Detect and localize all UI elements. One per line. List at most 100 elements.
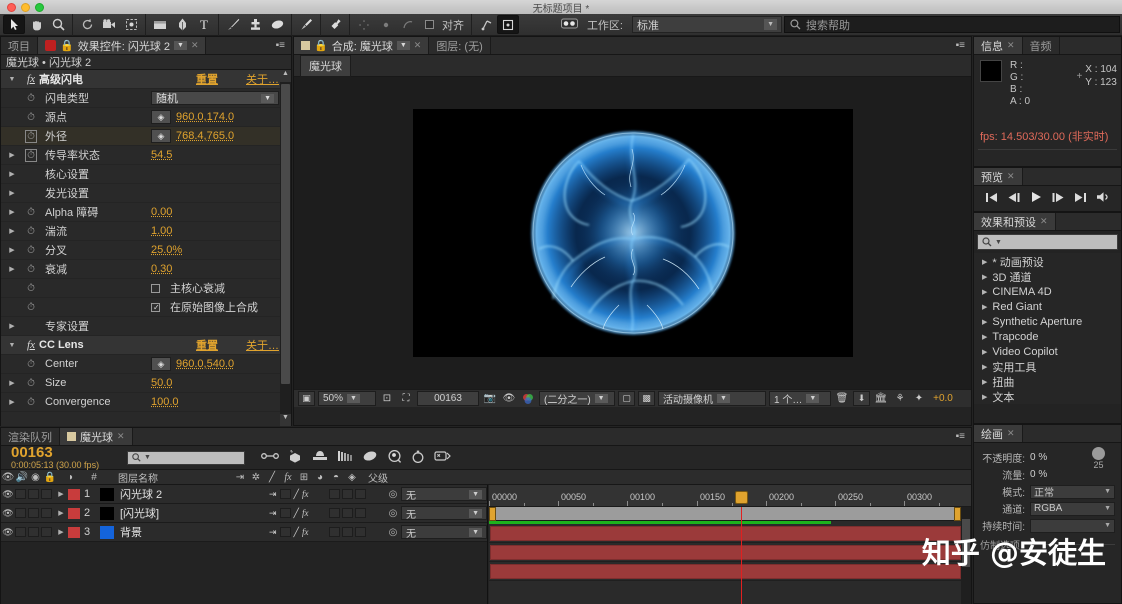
twirl-right-icon[interactable]: ▶ [1,170,23,178]
layer-duration-bar[interactable] [490,545,961,560]
twirl-right-icon[interactable]: ▶ [1,265,23,273]
rotation-tool-icon[interactable] [76,15,98,34]
effect-control-value[interactable]: 0.30 [151,263,279,275]
effects-category-item[interactable]: ▶ 3D 通道 [974,269,1121,284]
work-area-end-handle[interactable] [954,507,961,521]
stopwatch-icon[interactable]: ⏱ [23,245,39,256]
magnet-icon[interactable] [475,15,497,34]
layer-collapse-toggle[interactable] [280,508,291,518]
close-icon[interactable]: ✕ [1007,428,1015,439]
layer-collapse-toggle[interactable] [280,489,291,499]
layer-solo-toggle[interactable] [28,527,39,537]
panel-menu-icon[interactable]: ▪≡ [950,428,971,445]
mask-dot-icon[interactable] [375,15,397,34]
effect-control-row[interactable]: ⏱ 主核心衰减 [1,279,291,298]
reset-button[interactable]: 重置 [196,71,246,87]
effects-category-item[interactable]: ▶ 文本 [974,389,1121,404]
effect-control-value[interactable]: 50.0 [151,377,279,389]
effect-value-text[interactable]: 0.00 [151,206,172,218]
twirl-right-icon[interactable]: ▶ [54,490,68,498]
col-effects-icon[interactable]: fx [280,470,296,485]
fast-preview-icon[interactable]: ⬇ [853,391,870,406]
work-area-start-handle[interactable] [489,507,496,521]
bounding-box-icon[interactable] [497,15,519,34]
layer-solo-toggle[interactable] [28,508,39,518]
layer-lock-toggle[interactable] [41,527,52,537]
layer-switches[interactable]: ⇥ ╱ fx [269,508,329,519]
camera-tool-icon[interactable] [98,15,120,34]
play-button[interactable] [1030,191,1042,206]
twirl-right-icon[interactable]: ▶ [982,393,987,401]
mask-free-icon[interactable] [397,15,419,34]
roto-brush-tool-icon[interactable] [295,15,317,34]
workspace-icon[interactable] [561,17,578,33]
tab-preview[interactable]: 预览 ✕ [974,168,1023,185]
table-row[interactable]: 👁 ▶ 2 [闪光球] ⇥ ╱ fx ◎ 无 ▼ [1,504,487,523]
comp-canvas[interactable] [413,109,853,357]
col-layer-name-header[interactable]: 图层名称 [104,470,232,485]
region-interest-toggle-icon[interactable]: ▢ [618,391,635,406]
composition-mini-flowchart-icon[interactable] [261,450,279,465]
type-tool-icon[interactable]: T [193,15,215,34]
effects-category-item[interactable]: ▶ 实用工具 [974,359,1121,374]
col-3d-layer-icon[interactable]: ◈ [344,470,360,485]
effect-control-row[interactable]: ⏱ 源点 ◈ 960.0,174.0 [1,108,291,127]
effect-value-text[interactable]: 25.0% [151,244,182,256]
reset-button[interactable]: 重置 [196,337,246,353]
views-select[interactable]: 1 个… ▼ [769,391,831,406]
layer-switches[interactable]: ⇥ ╱ fx [269,527,329,538]
col-adjustment-icon[interactable]: ◓ [328,470,344,485]
twirl-right-icon[interactable]: ▶ [982,348,987,356]
parent-select[interactable]: 无 ▼ [401,487,487,501]
close-icon[interactable]: ✕ [1007,40,1015,51]
effect-control-value[interactable]: 0.00 [151,206,279,218]
effect-value-text[interactable]: 768.4,765.0 [176,130,234,142]
effect-control-value[interactable]: 1.00 [151,225,279,237]
twirl-down-icon[interactable]: ▼ [1,342,23,349]
clone-stamp-tool-icon[interactable] [244,15,266,34]
stopwatch-icon[interactable]: ⏱ [23,226,39,237]
point-picker-icon[interactable]: ◈ [151,129,171,143]
layer-switch-blanks[interactable] [329,508,385,518]
timeline-search-input[interactable]: ▼ [127,451,245,465]
effects-category-item[interactable]: ▶ Trapcode [974,329,1121,344]
layer-audio-toggle[interactable] [15,489,26,499]
tab-audio[interactable]: 音频 [1023,37,1060,54]
parent-select[interactable]: 无 ▼ [401,525,487,539]
effect-control-row[interactable]: ▶ ⏱ 湍流 1.00 [1,222,291,241]
effects-search-input[interactable]: ▼ [977,234,1118,250]
twirl-right-icon[interactable]: ▶ [982,273,987,281]
playhead-marker[interactable] [735,491,748,504]
parent-pickwhip-icon[interactable]: ◎ [385,508,401,519]
layer-name[interactable]: 闪光球 2 [120,486,269,502]
motion-blur-icon[interactable] [362,450,378,465]
effect-control-row[interactable]: ▶ ⏱ Convergence 100.0 [1,393,291,412]
layer-switches[interactable]: ⇥ ╱ fx [269,489,329,500]
eraser-tool-icon[interactable] [266,15,288,34]
twirl-right-icon[interactable]: ▶ [982,378,987,386]
effect-control-value[interactable]: ✓ 在原始图像上合成 [151,299,279,315]
pen-tool-icon[interactable] [171,15,193,34]
first-frame-button[interactable] [985,192,998,206]
effect-control-row[interactable]: ▶ ⏱ 传导率状态 54.5 [1,146,291,165]
effect-checkbox[interactable]: ✓ [151,303,160,312]
col-frame-blend-icon[interactable]: ⊞ [296,470,312,485]
stopwatch-icon[interactable]: ⏱ [23,359,39,370]
layer-name[interactable]: 背景 [120,524,269,540]
effect-control-value[interactable]: ◈ 768.4,765.0 [151,129,279,143]
layer-quality-icon[interactable]: ╱ [294,508,299,519]
hide-shy-layers-icon[interactable] [312,450,328,465]
effect-control-value[interactable]: 随机 ▼ [151,91,279,105]
effect-control-row[interactable]: ⏱ Center ◈ 960.0,540.0 [1,355,291,374]
scroll-down-arrow-icon[interactable]: ▼ [280,414,291,426]
stopwatch-icon[interactable]: ⏱ [23,149,39,162]
help-search-input[interactable]: 搜索帮助 [784,16,1120,33]
twirl-right-icon[interactable]: ▶ [982,258,987,266]
lock-icon[interactable]: 🔒 [314,39,328,52]
twirl-right-icon[interactable]: ▶ [54,509,68,517]
effect-control-row[interactable]: ▼ fx 高级闪电 重置 关于… [1,70,291,89]
layer-duration-bar[interactable] [490,564,961,579]
layer-visibility-icon[interactable]: 👁 [1,489,15,500]
chevron-down-icon[interactable]: ▼ [174,41,187,50]
effect-controls-scrollbar[interactable]: ▲ ▼ [280,70,291,426]
